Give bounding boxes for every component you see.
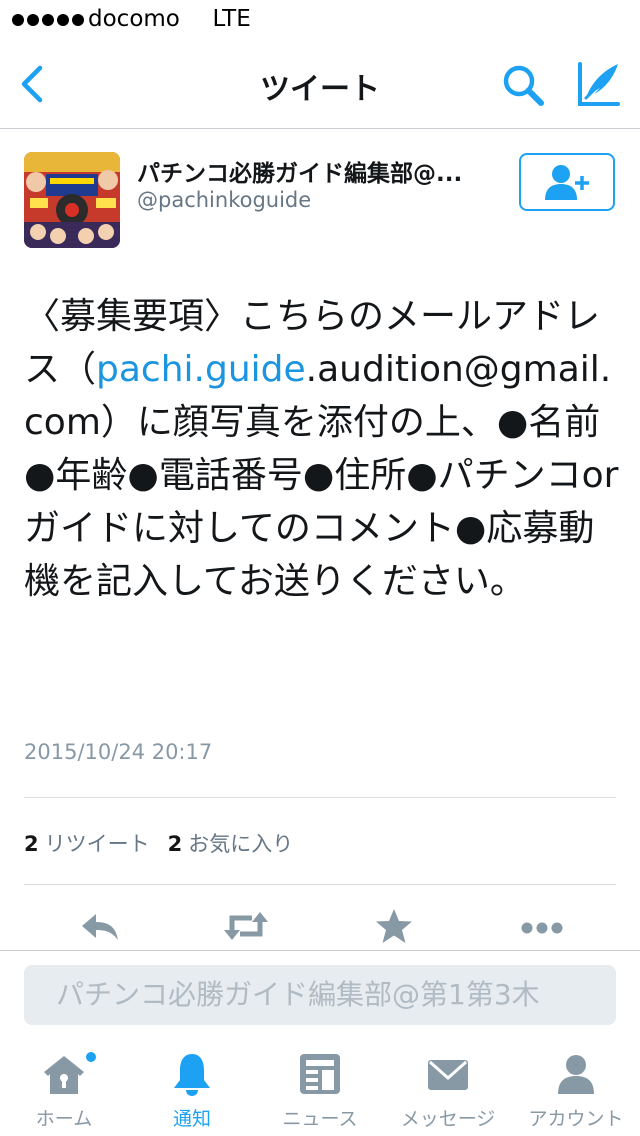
user-handle[interactable]: @pachinkoguide (137, 188, 311, 212)
divider (24, 797, 616, 798)
reply-bar: パチンコ必勝ガイド編集部@第1第3木 (0, 950, 640, 1035)
home-notification-dot (86, 1052, 96, 1062)
tab-home[interactable]: ホーム (0, 1034, 128, 1136)
tab-label: ホーム (35, 1108, 93, 1130)
reply-icon (82, 914, 118, 940)
tab-label: メッセージ (400, 1108, 496, 1130)
divider (24, 884, 616, 885)
reply-button[interactable] (76, 906, 124, 946)
home-icon (44, 1056, 84, 1094)
search-icon (503, 65, 544, 106)
tab-label: アカウント (528, 1108, 624, 1130)
follow-button[interactable] (519, 153, 615, 211)
person-icon (558, 1055, 594, 1094)
star-icon (376, 909, 412, 943)
reply-input[interactable]: パチンコ必勝ガイド編集部@第1第3木 (24, 965, 616, 1025)
carrier-label: docomo LTE (88, 6, 251, 32)
tweet-timestamp: 2015/10/24 20:17 (24, 740, 213, 764)
retweets-stat[interactable]: 2 リツイート (24, 828, 150, 858)
carrier-name: docomo (88, 6, 180, 32)
more-dots-icon (521, 922, 563, 934)
favorites-label: お気に入り (188, 832, 294, 856)
favorite-button[interactable] (370, 906, 418, 946)
retweet-icon (224, 912, 268, 940)
navigation-bar: ツイート (0, 40, 640, 129)
tab-messages[interactable]: メッセージ (384, 1034, 512, 1136)
quill-compose-icon (578, 62, 620, 106)
tab-label: 通知 (172, 1108, 211, 1130)
more-button[interactable] (518, 906, 566, 946)
network-type: LTE (212, 6, 251, 32)
tweet-stats: 2 リツイート 2 お気に入り (24, 828, 293, 858)
tab-bar: ホーム 通知 ニュース メッセージ アカウント (0, 1034, 640, 1136)
tweet-actions (0, 900, 640, 948)
signal-strength-icon (12, 14, 84, 26)
news-icon (300, 1054, 340, 1094)
avatar-image (24, 152, 120, 248)
tweet-text: 〈募集要項〉こちらのメールアドレス（pachi.guide.audition@g… (24, 290, 624, 608)
tab-news[interactable]: ニュース (256, 1034, 384, 1136)
tab-account[interactable]: アカウント (512, 1034, 640, 1136)
status-bar: docomo LTE (0, 0, 640, 40)
search-button[interactable] (498, 60, 548, 110)
user-display-name[interactable]: パチンコ必勝ガイド編集部@... (137, 154, 502, 188)
retweet-button[interactable] (222, 906, 270, 946)
favorites-count: 2 (167, 832, 183, 856)
retweets-count: 2 (24, 832, 39, 856)
avatar[interactable] (24, 152, 120, 248)
compose-tweet-button[interactable] (572, 58, 624, 110)
add-user-icon (545, 165, 589, 200)
tab-label: ニュース (282, 1108, 358, 1130)
tab-notifications[interactable]: 通知 (128, 1034, 256, 1136)
tweet-link[interactable]: pachi.guide (96, 349, 306, 390)
favorites-stat[interactable]: 2 お気に入り (168, 828, 294, 858)
envelope-icon (428, 1060, 468, 1090)
bell-icon (174, 1054, 210, 1096)
retweets-label: リツイート (44, 832, 150, 856)
